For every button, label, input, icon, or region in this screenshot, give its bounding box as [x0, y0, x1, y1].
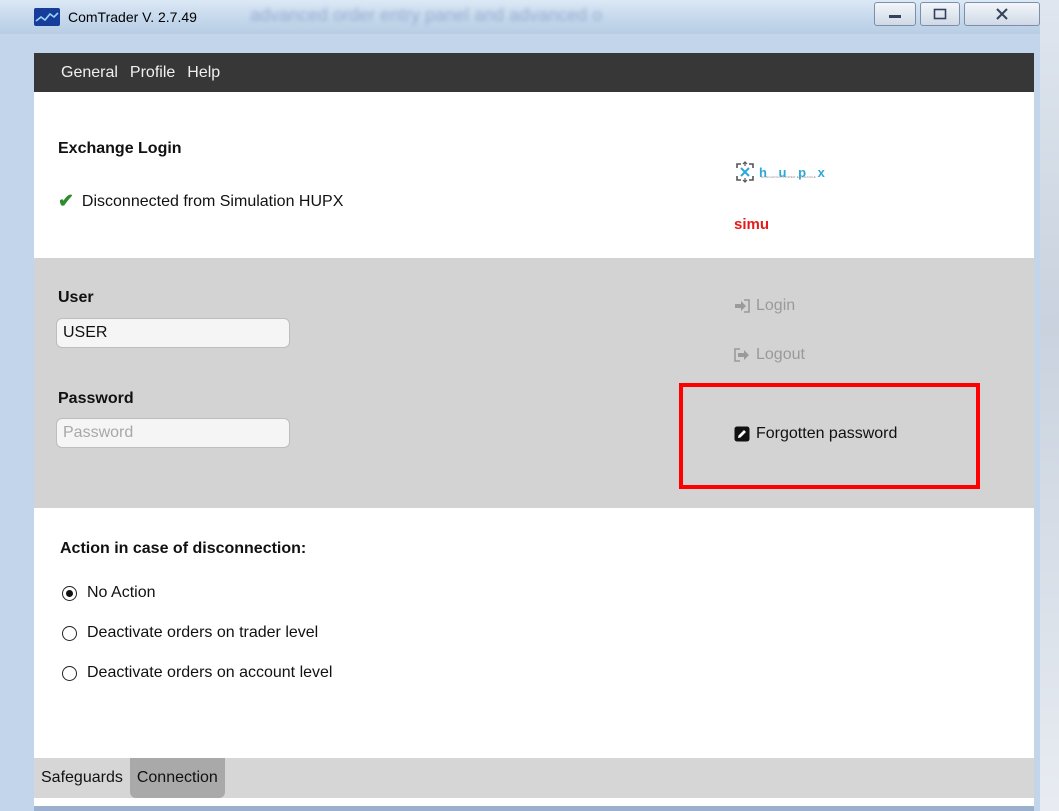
hupx-logo: h u p x HUNGARIAN POWER EXCHANGE	[734, 161, 829, 183]
radio-label: Deactivate orders on account level	[87, 664, 333, 681]
window-title: ComTrader V. 2.7.49	[68, 9, 197, 25]
sign-out-icon	[734, 348, 752, 362]
close-button[interactable]	[964, 2, 1040, 26]
disconnection-heading: Action in case of disconnection:	[60, 540, 307, 557]
menu-general[interactable]: General	[61, 64, 118, 82]
logout-button[interactable]: Logout	[734, 346, 805, 364]
radio-unselected-icon	[62, 625, 77, 641]
user-label: User	[58, 289, 94, 306]
menu-profile[interactable]: Profile	[130, 64, 175, 82]
radio-account-level[interactable]: Deactivate orders on account level	[62, 664, 332, 682]
radio-label: No Action	[87, 584, 156, 601]
maximize-icon	[933, 8, 947, 20]
app-icon	[34, 8, 60, 26]
tab-connection[interactable]: Connection	[129, 758, 225, 798]
hupx-logo-subtitle: HUNGARIAN POWER EXCHANGE	[761, 175, 817, 179]
highlight-annotation	[679, 383, 980, 489]
minimize-icon	[889, 15, 901, 18]
connection-status: ✔ Disconnected from Simulation HUPX	[58, 190, 343, 213]
login-button[interactable]: Login	[734, 297, 795, 315]
radio-unselected-icon	[62, 665, 77, 681]
tab-safeguards[interactable]: Safeguards	[34, 758, 130, 798]
menu-help[interactable]: Help	[187, 64, 220, 82]
environment-label: simu	[734, 216, 770, 233]
close-icon	[996, 8, 1008, 20]
maximize-button[interactable]	[920, 2, 960, 26]
window-controls	[874, 2, 1040, 28]
radio-label: Deactivate orders on trader level	[87, 624, 319, 641]
password-input[interactable]	[56, 418, 290, 448]
logout-label: Logout	[756, 346, 805, 363]
minimize-button[interactable]	[874, 2, 916, 26]
sign-in-icon	[734, 299, 752, 313]
user-input[interactable]	[56, 318, 290, 348]
menu-bar: General Profile Help	[34, 53, 1034, 92]
background-window-title: advanced order entry panel and advanced …	[250, 5, 603, 25]
radio-trader-level[interactable]: Deactivate orders on trader level	[62, 624, 318, 642]
window-bottom-border	[34, 806, 1034, 811]
checkmark-icon: ✔	[58, 191, 74, 212]
hupx-logo-icon	[736, 161, 754, 183]
connection-status-text: Disconnected from Simulation HUPX	[81, 192, 344, 210]
bottom-tab-bar: Safeguards Connection	[34, 758, 1034, 798]
desktop-background	[1040, 0, 1059, 811]
exchange-login-heading: Exchange Login	[58, 140, 182, 157]
login-label: Login	[756, 297, 796, 314]
password-label: Password	[58, 390, 134, 407]
radio-no-action[interactable]: No Action	[62, 584, 155, 602]
title-bar[interactable]: advanced order entry panel and advanced …	[0, 0, 1040, 34]
radio-selected-icon	[62, 585, 77, 601]
